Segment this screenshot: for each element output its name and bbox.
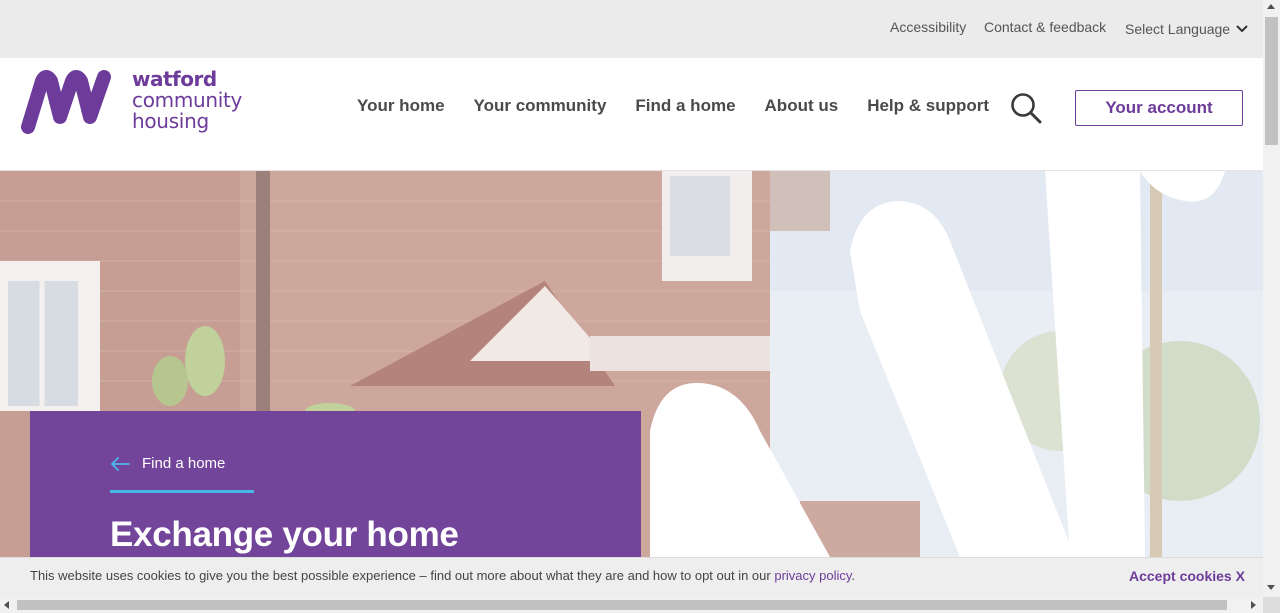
scroll-left-icon[interactable] [4,601,9,609]
hero-banner: Find a home Exchange your home [0,171,1263,557]
logo-line-3: housing [132,109,209,133]
language-select[interactable]: Select Language [1125,21,1248,37]
utility-bar: Accessibility Contact & feedback Select … [0,0,1263,58]
contact-feedback-link[interactable]: Contact & feedback [984,19,1106,35]
privacy-policy-link[interactable]: privacy policy [774,568,851,583]
horizontal-scroll-thumb[interactable] [17,600,1227,610]
main-nav: Your home Your community Find a home Abo… [357,96,1018,116]
cookie-message: This website uses cookies to give you th… [30,568,855,583]
chevron-down-icon [1236,25,1248,33]
breadcrumb[interactable]: Find a home [110,455,225,472]
hero-title-card: Find a home Exchange your home [30,411,641,557]
vertical-scroll-thumb[interactable] [1265,17,1278,145]
logo-line-2: community [132,88,243,112]
language-select-label: Select Language [1125,21,1231,37]
logo-mark-icon [21,70,111,134]
scroll-right-icon[interactable] [1251,601,1256,609]
arrow-left-icon [111,456,130,471]
scrollbar-corner [1263,597,1280,613]
search-button[interactable] [1010,92,1042,124]
nav-about-us[interactable]: About us [765,96,839,116]
page-title: Exchange your home [110,515,459,554]
horizontal-scrollbar[interactable] [0,597,1263,613]
scroll-up-icon[interactable] [1267,4,1275,9]
nav-help-support[interactable]: Help & support [867,96,989,116]
logo-line-1: watford [132,67,217,91]
breadcrumb-underline [110,490,254,493]
search-icon [1011,93,1042,124]
cookie-text-end: . [851,568,856,583]
scroll-down-icon[interactable] [1267,585,1275,590]
your-account-button[interactable]: Your account [1075,90,1243,126]
site-header: watford community housing Your home Your… [0,58,1263,171]
cookie-banner: This website uses cookies to give you th… [0,557,1263,597]
vertical-scrollbar[interactable] [1263,0,1280,597]
nav-find-a-home[interactable]: Find a home [635,96,735,116]
accept-cookies-button[interactable]: Accept cookies X [1129,568,1245,584]
nav-your-community[interactable]: Your community [474,96,607,116]
logo[interactable]: watford community housing [20,69,260,139]
breadcrumb-label: Find a home [142,455,226,472]
accessibility-link[interactable]: Accessibility [890,19,966,35]
logo-text: watford community housing [132,69,242,132]
cookie-text: This website uses cookies to give you th… [30,568,775,583]
nav-your-home[interactable]: Your home [357,96,445,116]
